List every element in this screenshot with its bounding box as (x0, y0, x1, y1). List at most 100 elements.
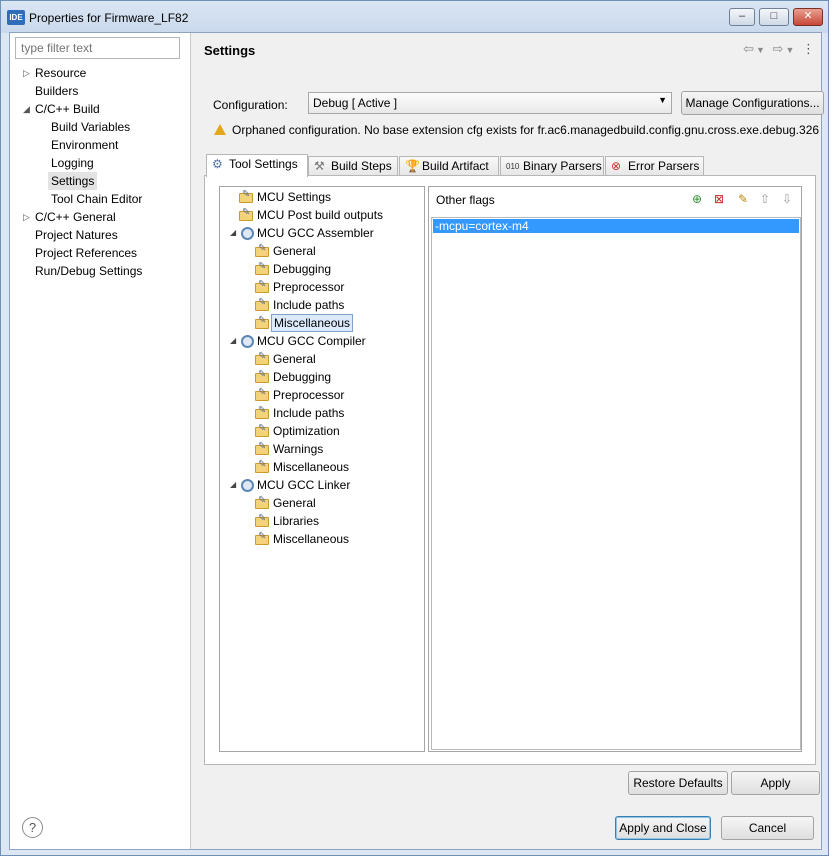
apply-button[interactable]: Apply (731, 771, 820, 795)
tree-item[interactable]: MCU GCC Linker (257, 476, 350, 494)
option-folder-icon: ✎ (255, 244, 270, 257)
sidebar-item[interactable]: Build Variables (51, 118, 130, 136)
expand-arrow-icon[interactable]: ◢ (230, 476, 236, 494)
app-icon: IDE (7, 10, 25, 25)
configuration-panel: Configuration: Debug [ Active ] ▼ Manage… (204, 80, 824, 150)
sidebar-item[interactable]: Tool Chain Editor (51, 190, 142, 208)
delete-icon[interactable]: ⊠ (711, 191, 727, 207)
tab-build-steps[interactable]: ⚒ Build Steps (308, 156, 398, 176)
back-menu-icon[interactable]: ▼ (756, 45, 767, 55)
help-icon[interactable]: ? (22, 817, 43, 838)
options-label: Other flags (436, 193, 495, 207)
title-bar: IDE Properties for Firmware_LF82 – □ ✕ (1, 1, 828, 33)
list-item[interactable]: -mcpu=cortex-m4 (433, 219, 799, 233)
expand-arrow-icon[interactable]: ◢ (230, 332, 236, 350)
option-folder-icon: ✎ (255, 280, 270, 293)
option-folder-icon: ✎ (255, 532, 270, 545)
edit-icon[interactable]: ✎ (735, 191, 751, 207)
warning-icon (214, 124, 226, 135)
sidebar-item[interactable]: Builders (35, 82, 78, 100)
tool-gear-icon (241, 335, 254, 348)
option-folder-icon: ✎ (239, 208, 254, 221)
option-folder-icon: ✎ (255, 316, 270, 329)
tree-item[interactable]: Include paths (273, 296, 344, 314)
sidebar-item[interactable]: C/C++ Build (35, 100, 100, 118)
more-icon[interactable]: ⋮ (802, 41, 817, 56)
expand-arrow-icon[interactable]: ◢ (230, 224, 236, 242)
error-parsers-icon: ⊗ (611, 159, 622, 173)
warning-message: Orphaned configuration. No base extensio… (232, 123, 820, 137)
option-folder-icon: ✎ (255, 406, 270, 419)
sidebar-item[interactable]: C/C++ General (35, 208, 116, 226)
option-folder-icon: ✎ (239, 190, 254, 203)
move-up-icon[interactable]: ⇧ (757, 191, 773, 207)
tree-item[interactable]: General (273, 350, 316, 368)
minimize-icon[interactable]: – (729, 8, 755, 26)
tree-item[interactable]: MCU GCC Compiler (257, 332, 366, 350)
settings-page: Settings ⇦▼ ⇨▼ ⋮ Configuration: Debug [ … (192, 33, 824, 795)
tab-tool-settings[interactable]: ⚙ Tool Settings (206, 154, 308, 177)
tree-item[interactable]: Preprocessor (273, 278, 344, 296)
tree-item[interactable]: Optimization (273, 422, 340, 440)
sidebar-item[interactable]: Project References (35, 244, 137, 262)
tree-item[interactable]: Preprocessor (273, 386, 344, 404)
tree-item[interactable]: Debugging (273, 260, 331, 278)
cancel-button[interactable]: Cancel (721, 816, 814, 840)
history-nav[interactable]: ⇦▼ ⇨▼ ⋮ (743, 41, 817, 57)
restore-defaults-button[interactable]: Restore Defaults (628, 771, 728, 795)
option-folder-icon: ✎ (255, 370, 270, 383)
chevron-down-icon: ▼ (658, 95, 667, 105)
collapse-arrow-icon[interactable]: ▷ (23, 208, 30, 226)
sidebar-item[interactable]: Logging (51, 154, 94, 172)
option-folder-icon: ✎ (255, 442, 270, 455)
tree-item[interactable]: Miscellaneous (273, 530, 349, 548)
tab-error-parsers[interactable]: ⊗ Error Parsers (605, 156, 704, 176)
tree-item[interactable]: Include paths (273, 404, 344, 422)
manage-configurations-button[interactable]: Manage Configurations... (681, 91, 824, 115)
back-icon[interactable]: ⇦ (743, 41, 756, 56)
window-title: Properties for Firmware_LF82 (29, 11, 189, 25)
options-toolbar: ⊕ ⊠ ✎ ⇧ ⇩ (689, 191, 797, 209)
move-down-icon[interactable]: ⇩ (779, 191, 795, 207)
option-folder-icon: ✎ (255, 496, 270, 509)
add-icon[interactable]: ⊕ (689, 191, 705, 207)
tree-item[interactable]: General (273, 494, 316, 512)
expand-arrow-icon[interactable]: ◢ (23, 100, 30, 118)
configuration-value: Debug [ Active ] (313, 96, 398, 110)
option-folder-icon: ✎ (255, 298, 270, 311)
tree-item[interactable]: Libraries (273, 512, 319, 530)
configuration-select[interactable]: Debug [ Active ] ▼ (308, 92, 672, 114)
configuration-label: Configuration: (213, 98, 288, 112)
forward-icon[interactable]: ⇨ (773, 41, 786, 56)
tree-item[interactable]: Debugging (273, 368, 331, 386)
apply-and-close-button[interactable]: Apply and Close (615, 816, 711, 840)
tool-settings-icon: ⚙ (212, 157, 223, 171)
option-folder-icon: ✎ (255, 352, 270, 365)
tool-tree: ✎ MCU Settings ✎ MCU Post build outputs ◢ MCU… (219, 186, 425, 752)
sidebar-item[interactable]: Environment (51, 136, 118, 154)
filter-input[interactable] (15, 37, 180, 59)
build-artifact-icon: 🏆 (405, 159, 420, 173)
tree-item[interactable]: Miscellaneous (273, 458, 349, 476)
option-folder-icon: ✎ (255, 514, 270, 527)
sidebar-item[interactable]: Resource (35, 64, 86, 82)
forward-menu-icon[interactable]: ▼ (785, 45, 796, 55)
tab-binary-parsers[interactable]: 010 Binary Parsers (500, 156, 604, 176)
tree-item[interactable]: MCU Post build outputs (257, 206, 383, 224)
tree-item[interactable]: General (273, 242, 316, 260)
maximize-icon[interactable]: □ (759, 8, 789, 26)
collapse-arrow-icon[interactable]: ▷ (23, 64, 30, 82)
sidebar-item[interactable]: Run/Debug Settings (35, 262, 142, 280)
tree-item[interactable]: MCU Settings (257, 188, 331, 206)
tree-item[interactable]: Miscellaneous (271, 314, 354, 332)
flags-list[interactable]: -mcpu=cortex-m4 (431, 217, 801, 750)
properties-dialog: IDE Properties for Firmware_LF82 – □ ✕ ▷… (0, 0, 829, 856)
tree-item[interactable]: MCU GCC Assembler (257, 224, 374, 242)
tab-build-artifact[interactable]: 🏆 Build Artifact (399, 156, 499, 176)
option-folder-icon: ✎ (255, 460, 270, 473)
tree-item[interactable]: Warnings (273, 440, 323, 458)
close-icon[interactable]: ✕ (793, 8, 823, 26)
sidebar-item[interactable]: Settings (48, 172, 98, 190)
sidebar-item[interactable]: Project Natures (35, 226, 118, 244)
tool-gear-icon (241, 227, 254, 240)
